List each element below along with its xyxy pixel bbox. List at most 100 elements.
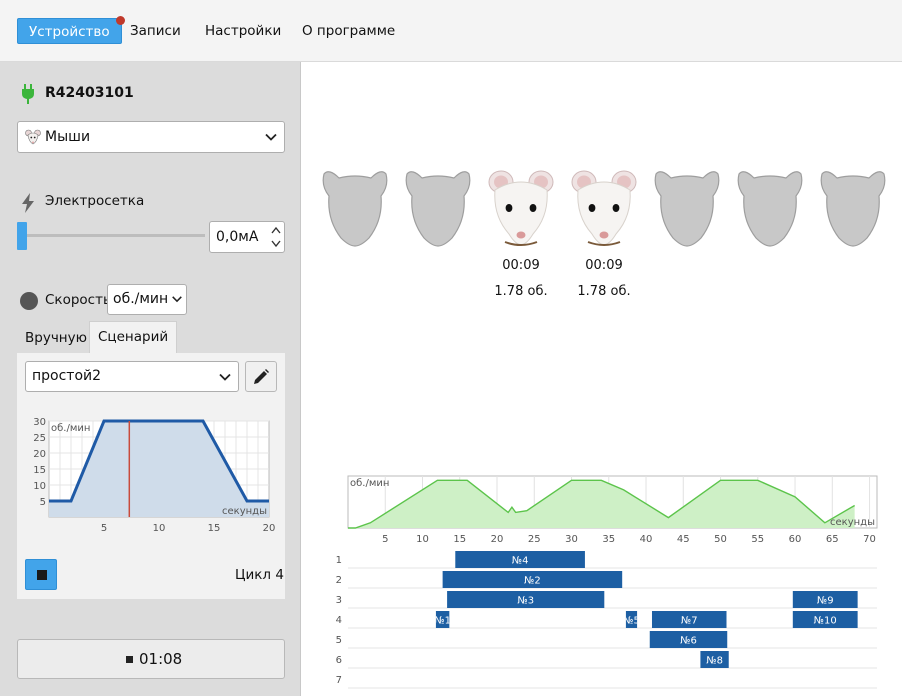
speed-unit-select[interactable]: об./мин xyxy=(107,284,187,315)
timeline-segment-label: №9 xyxy=(817,596,834,607)
mice-row: 00:09 1.78 об. 00:09 1.78 об. xyxy=(301,62,902,322)
x-tick-label: 55 xyxy=(751,534,764,545)
timeline-segment-label: №8 xyxy=(706,656,723,667)
timeline-segment-label: №4 xyxy=(512,556,529,567)
menu-device-label: Устройство xyxy=(29,24,110,40)
menu-about[interactable]: О программе xyxy=(291,18,406,44)
mouse-slot[interactable] xyxy=(570,168,638,248)
mouse-slot[interactable] xyxy=(819,168,887,248)
tab-manual[interactable]: Вручную xyxy=(17,323,95,353)
control-panel: R42403101 Мыши Электросетка 0,0мА Скорос… xyxy=(0,62,301,696)
mouse-slot[interactable] xyxy=(404,168,472,248)
speed-indicator xyxy=(20,292,38,310)
timeline-row-label: 1 xyxy=(336,555,342,566)
timer-value: 01:08 xyxy=(139,650,183,668)
tab-manual-label: Вручную xyxy=(25,330,87,346)
animal-select-value: Мыши xyxy=(45,129,91,145)
menu-records[interactable]: Записи xyxy=(119,18,192,44)
nose xyxy=(599,231,609,239)
stop-icon xyxy=(37,570,47,580)
timeline-segment-label: №1 xyxy=(434,616,451,627)
menu-bar: Устройство Записи Настройки О программе xyxy=(0,0,902,62)
y-tick-label: 25 xyxy=(33,433,46,444)
mouse-inactive-icon xyxy=(322,171,388,247)
timeline-chart: 1 2 3 4 5 6 7 №4 №2 №3 №9 №1 №5 №7 №10 №6 №8 xyxy=(336,551,877,689)
mouse-slot[interactable] xyxy=(487,168,555,248)
shock-value: 0,0мА xyxy=(216,229,259,245)
mouse-time: 00:09 xyxy=(502,258,540,273)
eye xyxy=(529,204,537,212)
speed-chart: 5 10 15 20 25 30 35 40 45 50 55 60 65 70 об./мин секунд… xyxy=(347,475,878,545)
shock-slider-handle[interactable] xyxy=(17,222,27,250)
x-tick-label: 70 xyxy=(863,534,876,545)
shock-spinbox[interactable]: 0,0мА xyxy=(209,221,285,253)
stop-icon xyxy=(126,656,133,663)
speed-label: Скорость xyxy=(45,292,111,308)
timer-button[interactable]: 01:08 xyxy=(17,639,285,679)
eye xyxy=(588,204,596,212)
timeline-segment: №2 xyxy=(442,571,623,588)
timeline-segment: №10 xyxy=(792,611,858,628)
mouse-silhouette xyxy=(405,171,471,247)
x-tick-label: 10 xyxy=(416,534,429,545)
menu-records-label: Записи xyxy=(130,23,181,39)
mouse-revolutions: 1.78 об. xyxy=(494,284,548,299)
mouse-slot[interactable] xyxy=(736,168,804,248)
mouse-silhouette xyxy=(737,171,803,247)
lightning-icon xyxy=(22,193,34,213)
menu-device[interactable]: Устройство xyxy=(17,16,125,44)
chevron-down-icon xyxy=(172,296,182,303)
x-tick-label: 25 xyxy=(528,534,541,545)
edit-scenario-button[interactable] xyxy=(245,361,277,392)
scenario-select[interactable]: простой2 xyxy=(25,361,239,392)
eye xyxy=(505,204,513,212)
shock-slider-track[interactable] xyxy=(17,234,205,237)
nose xyxy=(516,231,526,239)
mouse-revolutions: 1.78 об. xyxy=(577,284,631,299)
x-tick-label: 30 xyxy=(565,534,578,545)
mouse-slot[interactable] xyxy=(321,168,389,248)
spin-arrows-icon[interactable] xyxy=(271,225,281,249)
x-tick-label: 60 xyxy=(789,534,802,545)
x-tick-label: 35 xyxy=(602,534,615,545)
cycle-label: Цикл 4 xyxy=(235,567,284,583)
y-tick-label: 15 xyxy=(33,465,46,476)
mouse-inactive-icon xyxy=(405,171,471,247)
scenario-chart: 5 10 15 20 25 30 5 10 15 20 об./мин секунды xyxy=(33,417,275,534)
y-tick-label: 5 xyxy=(40,497,46,508)
timeline-segment-label: №5 xyxy=(623,616,640,627)
mouse-slot[interactable] xyxy=(653,168,721,248)
chevron-down-icon xyxy=(265,133,277,141)
x-tick-label: 15 xyxy=(208,523,221,534)
x-tick-label: 65 xyxy=(826,534,839,545)
menu-settings[interactable]: Настройки xyxy=(194,18,292,44)
mouse-inactive-icon xyxy=(820,171,886,247)
timeline-row-label: 7 xyxy=(336,675,342,686)
monitor-panel: 00:09 1.78 об. 00:09 1.78 об. 5 10 15 20 25 30 35… xyxy=(301,62,902,696)
x-axis-label: секунды xyxy=(222,506,267,517)
x-tick-label: 20 xyxy=(491,534,504,545)
x-tick-label: 40 xyxy=(640,534,653,545)
timeline-segment-label: №7 xyxy=(681,616,698,627)
timeline-segment: №7 xyxy=(651,611,727,628)
pencil-icon xyxy=(254,369,269,384)
tab-scenario[interactable]: Сценарий xyxy=(89,321,178,353)
y-tick-label: 20 xyxy=(33,449,46,460)
y-tick-label: 30 xyxy=(33,417,46,428)
mouse-silhouette xyxy=(820,171,886,247)
timeline-segment: №1 xyxy=(434,611,451,628)
timeline-segment: №9 xyxy=(792,591,858,608)
stop-button[interactable] xyxy=(25,559,57,590)
tab-scenario-label: Сценарий xyxy=(98,329,169,345)
mouse-silhouette xyxy=(654,171,720,247)
menu-settings-label: Настройки xyxy=(205,23,282,39)
timeline-segment-label: №6 xyxy=(680,636,697,647)
animal-select[interactable]: Мыши xyxy=(17,121,285,153)
device-id: R42403101 xyxy=(45,85,134,101)
mouse-inactive-icon xyxy=(654,171,720,247)
timeline-segment-label: №3 xyxy=(517,596,534,607)
x-axis-label: секунды xyxy=(830,517,875,528)
x-tick-label: 50 xyxy=(714,534,727,545)
plug-icon xyxy=(22,84,34,104)
scenario-name: простой2 xyxy=(32,368,102,384)
